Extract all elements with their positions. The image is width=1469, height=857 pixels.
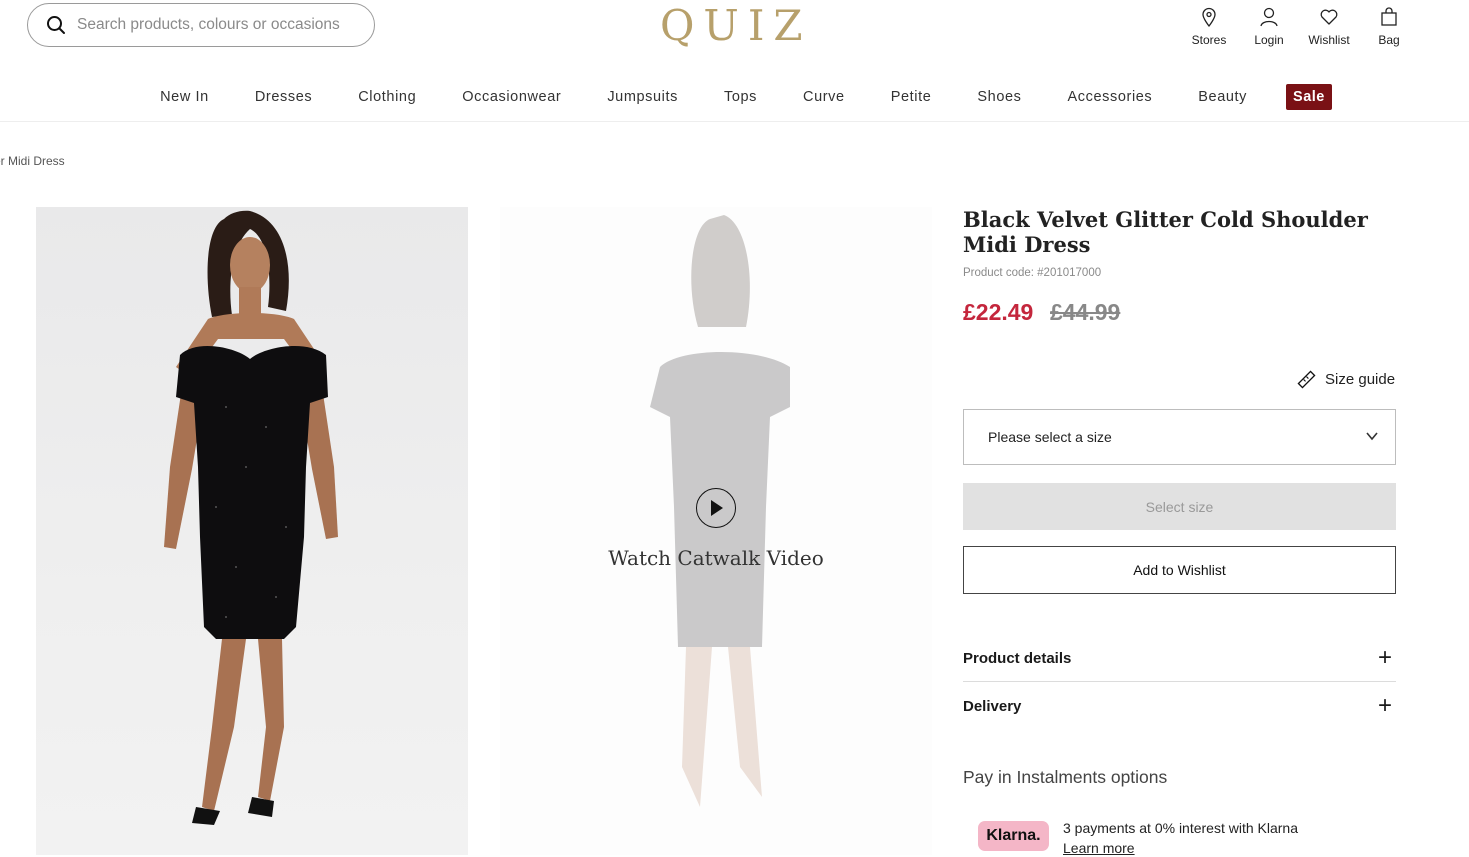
klarna-info: 3 payments at 0% interest with Klarna Le… — [1063, 818, 1298, 857]
size-select[interactable]: Please select a size — [963, 409, 1396, 465]
accordion-product-details-label: Product details — [963, 649, 1072, 667]
search-bar[interactable] — [27, 3, 375, 47]
nav-tops[interactable]: Tops — [701, 84, 780, 110]
wishlist-label: Wishlist — [1308, 33, 1350, 47]
ruler-icon — [1297, 370, 1316, 389]
size-select-value: Please select a size — [988, 429, 1112, 445]
map-pin-icon — [1202, 7, 1216, 28]
size-guide-link[interactable]: Size guide — [1297, 370, 1395, 389]
stores-label: Stores — [1191, 33, 1227, 47]
select-size-button[interactable]: Select size — [963, 483, 1396, 530]
nav-beauty[interactable]: Beauty — [1175, 84, 1270, 110]
play-icon — [711, 500, 723, 516]
add-to-wishlist-button[interactable]: Add to Wishlist — [963, 546, 1396, 594]
chevron-down-icon — [1366, 432, 1378, 441]
stores-link[interactable]: Stores — [1179, 6, 1239, 47]
product-code: Product code: #201017000 — [963, 267, 1102, 279]
search-input[interactable] — [77, 16, 357, 34]
login-label: Login — [1254, 33, 1284, 47]
heart-icon — [1320, 9, 1338, 25]
klarna-learn-more-link[interactable]: Learn more — [1063, 838, 1298, 857]
accordion-divider — [963, 681, 1396, 682]
quiz-logo[interactable]: QUIZ — [660, 4, 812, 48]
product-image-front[interactable] — [36, 207, 468, 855]
bag-icon — [1381, 7, 1397, 26]
watch-video-label[interactable]: Watch Catwalk Video — [500, 546, 932, 570]
plus-icon: + — [1377, 644, 1392, 671]
accordion-delivery[interactable]: Delivery + — [963, 694, 1396, 718]
accordion-delivery-label: Delivery — [963, 697, 1022, 715]
breadcrumb[interactable]: er Midi Dress — [0, 154, 65, 168]
bag-label: Bag — [1378, 33, 1400, 47]
nav-clothing[interactable]: Clothing — [335, 84, 439, 110]
nav-dresses[interactable]: Dresses — [232, 84, 335, 110]
nav-curve[interactable]: Curve — [780, 84, 868, 110]
nav-occasionwear[interactable]: Occasionwear — [439, 84, 584, 110]
klarna-description: 3 payments at 0% interest with Klarna — [1063, 820, 1299, 836]
header-divider — [0, 121, 1469, 122]
accordion-product-details[interactable]: Product details + — [963, 646, 1396, 670]
bag-link[interactable]: Bag — [1359, 6, 1419, 47]
nav-sale[interactable]: Sale — [1286, 84, 1332, 110]
catwalk-video[interactable]: Watch Catwalk Video — [500, 207, 932, 855]
video-overlay — [500, 207, 932, 855]
nav-accessories[interactable]: Accessories — [1045, 84, 1176, 110]
nav-jumpsuits[interactable]: Jumpsuits — [584, 84, 701, 110]
sale-price: £22.49 — [963, 299, 1034, 325]
search-icon — [47, 16, 65, 34]
product-title: Black Velvet Glitter Cold Shoulder Midi … — [963, 207, 1368, 257]
wishlist-link[interactable]: Wishlist — [1299, 6, 1359, 47]
model-front-illustration — [164, 210, 338, 825]
play-button[interactable] — [696, 488, 736, 528]
size-guide-label: Size guide — [1325, 371, 1396, 388]
nav-shoes[interactable]: Shoes — [954, 84, 1044, 110]
login-link[interactable]: Login — [1239, 6, 1299, 47]
plus-icon: + — [1377, 692, 1392, 719]
klarna-logo: Klarna. — [978, 821, 1049, 851]
main-nav: New In Dresses Clothing Occasionwear Jum… — [0, 84, 1469, 110]
nav-petite[interactable]: Petite — [868, 84, 955, 110]
user-icon — [1260, 7, 1278, 27]
instalments-title: Pay in Instalments options — [963, 767, 1168, 787]
original-price: £44.99 — [1050, 299, 1121, 325]
nav-new-in[interactable]: New In — [137, 84, 232, 110]
